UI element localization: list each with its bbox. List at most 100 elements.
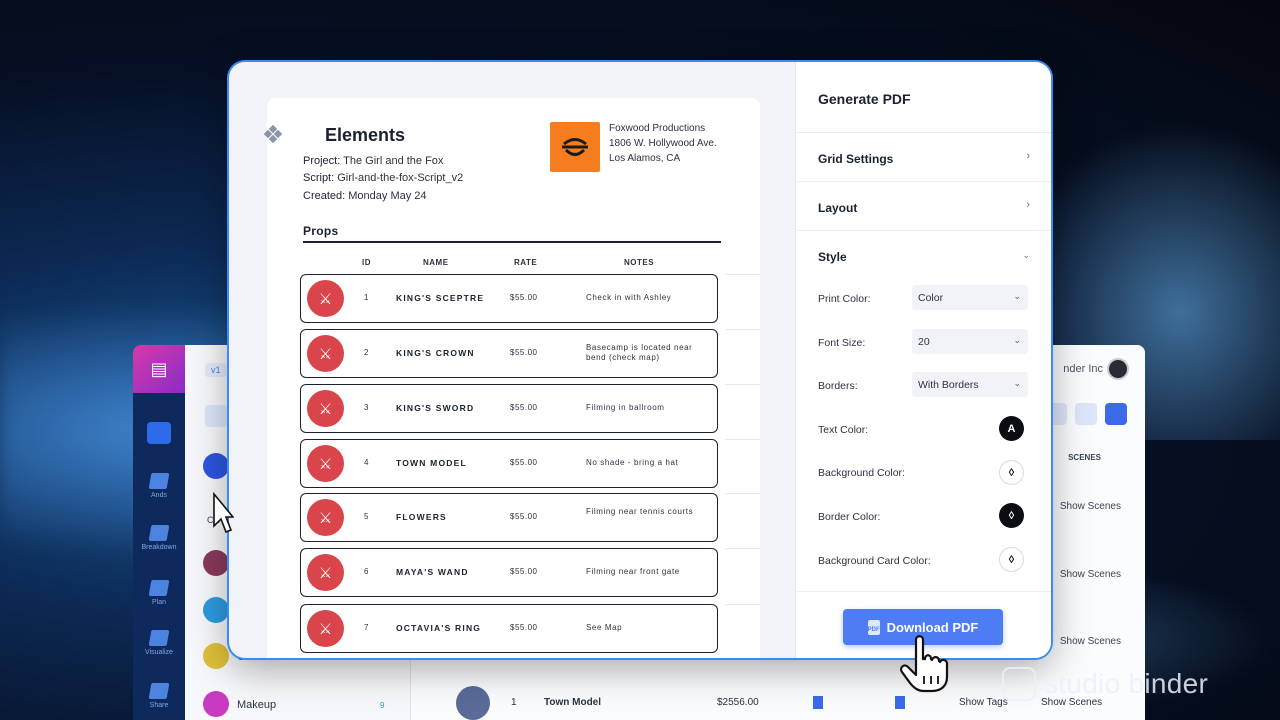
rail-item-ands[interactable]: Ands	[133, 473, 185, 499]
section-label: Style	[818, 250, 847, 264]
row-notes: Filming in ballroom	[586, 403, 665, 412]
table-row[interactable]: ⚔ 4 TOWN MODEL $55.00 No shade - bring a hat	[300, 439, 718, 488]
makeup-icon[interactable]	[203, 691, 229, 717]
row-id: 7	[364, 623, 369, 632]
paint-bucket-icon[interactable]: ◊	[999, 503, 1024, 528]
toolbar-icon[interactable]	[1075, 403, 1097, 425]
row-notes: Check in with Ashley	[586, 293, 672, 302]
section-style[interactable]: Style ⌄	[796, 230, 1051, 279]
paint-bucket-icon[interactable]: ◊	[999, 460, 1024, 485]
category-icon[interactable]	[203, 597, 229, 623]
select-value: With Borders	[918, 379, 979, 391]
table-row[interactable]: ⚔ 1 KING'S SCEPTRE $55.00 Check in with Ashl…	[300, 274, 718, 323]
rail-item-plan[interactable]: Plan	[133, 580, 185, 606]
document-icon[interactable]	[895, 696, 905, 709]
row-rate: $55.00	[510, 458, 538, 467]
app-logo-icon[interactable]: ▤	[133, 345, 185, 393]
row-name: FLOWERS	[396, 512, 447, 522]
show-scenes-link[interactable]: Show Scenes	[1060, 501, 1121, 512]
row-divider	[725, 604, 761, 605]
borders-select[interactable]: With Borders ⌄	[912, 372, 1028, 397]
view-toggle-icon[interactable]	[205, 405, 227, 427]
borders-label: Borders:	[818, 380, 858, 392]
document-icon[interactable]	[813, 696, 823, 709]
makeup-count: 9	[380, 701, 385, 710]
column-header-name: NAME	[423, 258, 449, 267]
show-scenes-link[interactable]: Show Scenes	[1060, 636, 1121, 647]
row-id: 5	[364, 512, 369, 521]
table-row[interactable]: ⚔ 3 KING'S SWORD $55.00 Filming in ballroom	[300, 384, 718, 433]
text-color-swatch[interactable]: A	[999, 416, 1024, 441]
row-name: KING'S SCEPTRE	[396, 293, 485, 303]
table-row[interactable]: ⚔ 6 MAYA'S WAND $55.00 Filming near front ga…	[300, 548, 718, 597]
print-color-select[interactable]: Color ⌄	[912, 285, 1028, 310]
row-name: MAYA'S WAND	[396, 567, 469, 577]
show-tags-link[interactable]: Show Tags	[959, 697, 1008, 708]
costumes-icon[interactable]	[203, 643, 229, 669]
chevron-right-icon: ›	[1026, 150, 1030, 162]
created-label: Created:	[303, 190, 346, 202]
rail-item-breakdown[interactable]: Breakdown	[133, 525, 185, 551]
section-divider	[303, 241, 721, 243]
section-title: Props	[303, 224, 339, 238]
script-label: Script:	[303, 172, 335, 184]
background-color-label: Background Color:	[818, 467, 905, 479]
chevron-down-icon: ⌄	[1013, 291, 1021, 301]
section-grid-settings[interactable]: Grid Settings ›	[796, 132, 1051, 181]
mouse-pointer-icon	[213, 492, 234, 534]
sword-icon: ⚔	[307, 610, 344, 647]
hand-cursor-icon	[900, 635, 949, 693]
rail-item-share[interactable]: Share	[133, 683, 185, 709]
row-rate: $55.00	[510, 512, 538, 521]
row-notes: Filming near tennis courts	[586, 507, 694, 516]
app-nav-rail: ▤ Ands Breakdown Plan Visualize Share	[133, 345, 185, 720]
company-logo	[550, 122, 600, 172]
rail-active-item[interactable]	[147, 422, 171, 444]
table-row[interactable]: ⚔ 2 KING'S CROWN $55.00 Basecamp is located …	[300, 329, 718, 378]
more-icon[interactable]	[1105, 403, 1127, 425]
show-scenes-link[interactable]: Show Scenes	[1060, 569, 1121, 580]
document-title: Elements	[325, 125, 406, 145]
pdf-settings-panel: Generate PDF Grid Settings › Layout › St…	[795, 62, 1051, 658]
column-header-notes: NOTES	[624, 258, 655, 267]
created-meta: Created: Monday May 24	[303, 190, 427, 202]
chevron-down-icon: ⌄	[1022, 250, 1030, 260]
row-rate: $55.00	[510, 403, 538, 412]
row-divider	[725, 493, 761, 494]
font-size-select[interactable]: 20 ⌄	[912, 329, 1028, 354]
select-value: Color	[918, 292, 944, 304]
row-name: Town Model	[544, 697, 602, 708]
row-rate: $55.00	[510, 623, 538, 632]
table-row[interactable]: ⚔ 7 OCTAVIA'S RING $55.00 See Map	[300, 604, 718, 653]
sword-icon: ⚔	[307, 280, 344, 317]
section-layout[interactable]: Layout ›	[796, 181, 1051, 230]
row-name: OCTAVIA'S RING	[396, 623, 482, 633]
company-address-line2: Los Alamos, CA	[609, 153, 681, 164]
version-badge[interactable]: v1	[205, 363, 227, 377]
rail-item-visualize[interactable]: Visualize	[133, 630, 185, 656]
row-id: 6	[364, 567, 369, 576]
row-notes: No shade - bring a hat	[586, 458, 679, 467]
generate-pdf-modal: Elements Project: The Girl and the Fox S…	[229, 62, 1051, 658]
column-header-id: ID	[362, 258, 371, 267]
category-label-makeup[interactable]: Makeup	[237, 699, 276, 711]
row-id: 1	[511, 697, 517, 708]
row-divider	[725, 384, 761, 385]
avatar[interactable]	[1107, 358, 1129, 380]
font-size-label: Font Size:	[818, 337, 866, 349]
row-id: 2	[364, 348, 369, 357]
props-category-icon[interactable]	[203, 550, 229, 576]
project-meta: Project: The Girl and the Fox	[303, 155, 443, 167]
sword-icon: ⚔	[307, 335, 344, 372]
company-address-line1: 1806 W. Hollywood Ave.	[609, 138, 717, 149]
text-color-label: Text Color:	[818, 424, 869, 436]
sword-icon: ⚔	[307, 554, 344, 591]
script-meta: Script: Girl-and-the-fox-Script_v2	[303, 172, 463, 184]
user-name: nder Inc	[1063, 363, 1103, 375]
script-value: Girl-and-the-fox-Script_v2	[337, 172, 464, 184]
paint-bucket-icon[interactable]: ◊	[999, 547, 1024, 572]
category-icon	[203, 453, 229, 479]
table-row[interactable]: ⚔ 5 FLOWERS $55.00 Filming near tennis court…	[300, 493, 718, 542]
scenes-column-header: SCENES	[1068, 453, 1101, 462]
chevron-down-icon: ⌄	[1013, 335, 1021, 345]
